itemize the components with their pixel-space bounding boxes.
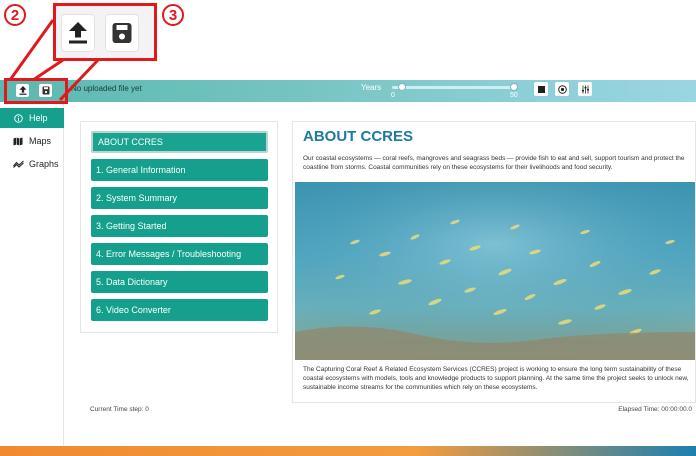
menu-item-system-summary[interactable]: 2. System Summary — [91, 187, 268, 209]
callout-badge-3: 3 — [162, 4, 184, 26]
menu-item-data-dictionary[interactable]: 5. Data Dictionary — [91, 271, 268, 293]
callout-badge-2: 2 — [4, 4, 26, 26]
fish-school-image — [295, 182, 695, 360]
menu-item-getting-started[interactable]: 3. Getting Started — [91, 215, 268, 237]
sidebar-item-help[interactable]: Help — [0, 108, 64, 128]
sidebar-item-maps[interactable]: Maps — [0, 131, 64, 151]
upload-icon — [69, 22, 87, 44]
menu-item-about[interactable]: ABOUT CCRES — [91, 131, 268, 153]
menu-item-error-messages[interactable]: 4. Error Messages / Troubleshooting — [91, 243, 268, 265]
sidebar-item-label: Maps — [29, 136, 52, 146]
menu-item-video-converter[interactable]: 6. Video Converter — [91, 299, 268, 321]
info-circle-icon — [12, 113, 24, 123]
article-intro: Our coastal ecosystems — coral reefs, ma… — [303, 155, 685, 171]
current-time-step: Current Time step: 0 — [90, 406, 149, 413]
map-icon — [12, 137, 24, 146]
sidebar-item-label: Help — [29, 113, 48, 123]
callout-highlight-small — [4, 78, 68, 104]
footer-banner — [0, 446, 696, 456]
menu-item-general-information[interactable]: 1. General Information — [91, 159, 268, 181]
app-root: No uploaded file yet Years 0 50 Help Map… — [0, 0, 696, 456]
article-panel: ABOUT CCRES Our coastal ecosystems — cor… — [292, 121, 696, 403]
help-menu-panel: ABOUT CCRES 1. General Information 2. Sy… — [80, 121, 278, 333]
save-button-zoomed — [105, 14, 139, 52]
sidebar-item-graphs[interactable]: Graphs — [0, 154, 64, 174]
elapsed-time: Elapsed Time: 00:00:00.0 — [618, 406, 692, 413]
upload-button-zoomed — [61, 14, 95, 52]
article-footer-text: The Capturing Coral Reef & Related Ecosy… — [303, 366, 689, 391]
save-icon — [112, 23, 132, 43]
sidebar-item-label: Graphs — [29, 159, 59, 169]
chart-line-icon — [12, 160, 24, 168]
article-title: ABOUT CCRES — [303, 128, 414, 145]
sidebar: Help Maps Graphs — [0, 102, 64, 456]
